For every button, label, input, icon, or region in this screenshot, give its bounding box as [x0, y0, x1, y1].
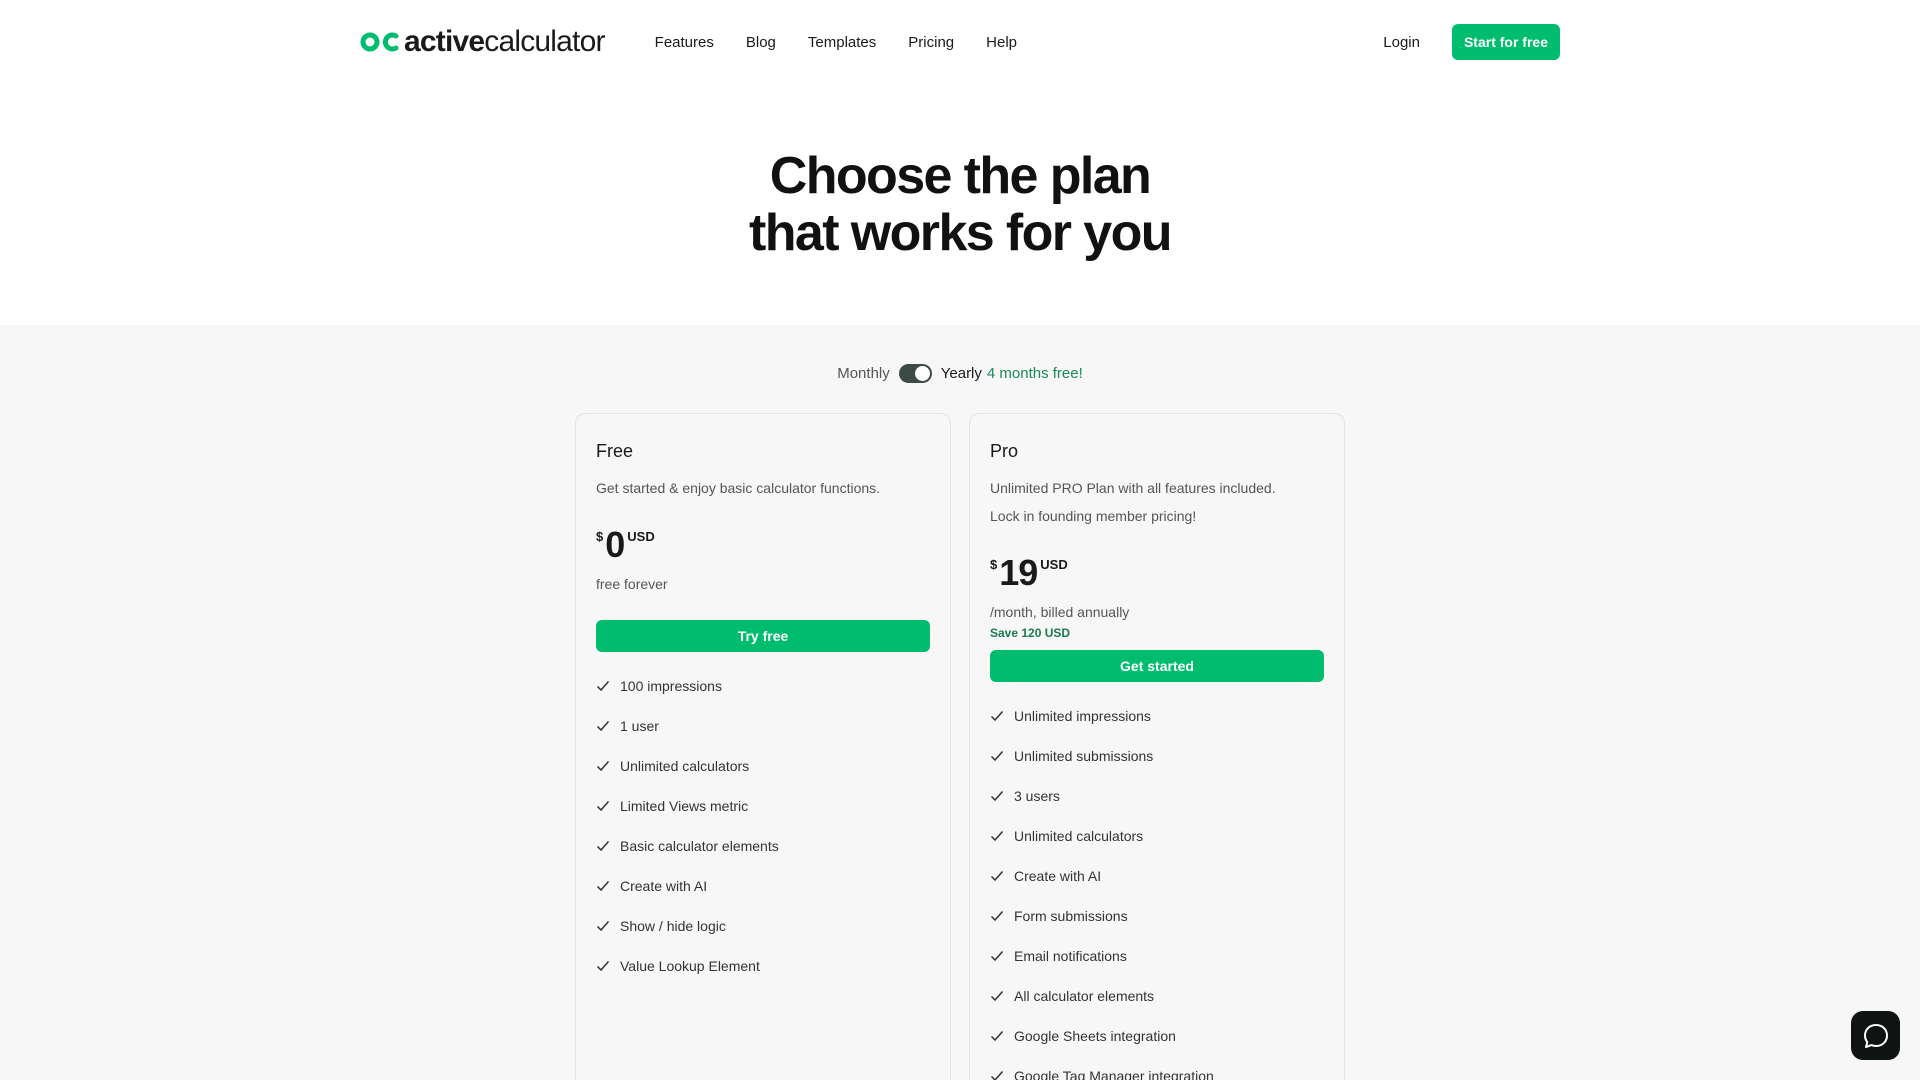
check-icon	[990, 791, 1004, 802]
feature-item: Show / hide logic	[596, 906, 930, 946]
nav-help[interactable]: Help	[986, 34, 1017, 51]
switch-knob	[914, 365, 930, 381]
plan-name: Pro	[990, 441, 1019, 461]
feature-item: 1 user	[596, 706, 930, 746]
yearly-promo: 4 months free!	[986, 364, 1083, 382]
yearly-label[interactable]: Yearly	[941, 365, 982, 382]
currency-symbol: $	[596, 529, 604, 544]
plan-description: Unlimited PRO Plan with all features inc…	[990, 480, 1276, 524]
savings-note: Save 120 USD	[990, 626, 1071, 640]
main-nav: Features Blog Templates Pricing Help	[655, 34, 1017, 51]
nav-pricing[interactable]: Pricing	[908, 34, 954, 51]
nav-templates[interactable]: Templates	[808, 34, 876, 51]
plan-card-free: Free Get started & enjoy basic calculato…	[575, 413, 951, 1080]
plan-name: Free	[596, 441, 634, 461]
nav-features[interactable]: Features	[655, 34, 714, 51]
feature-item: All calculator elements	[990, 976, 1324, 1016]
check-icon	[596, 841, 610, 852]
check-icon	[596, 721, 610, 732]
feature-item: Limited Views metric	[596, 786, 930, 826]
check-icon	[990, 831, 1004, 842]
plan-card-pro: Pro Unlimited PRO Plan with all features…	[969, 413, 1345, 1080]
hero: Choose the plan that works for you	[0, 148, 1920, 262]
check-icon	[990, 1031, 1004, 1042]
billing-toggle: Monthly Yearly 4 months free!	[0, 362, 1920, 384]
chat-icon	[1863, 1023, 1888, 1048]
price-amount: 0	[605, 524, 625, 565]
check-icon	[596, 921, 610, 932]
price-amount: 19	[999, 552, 1038, 593]
billing-switch[interactable]	[898, 363, 932, 383]
feature-item: Unlimited submissions	[990, 736, 1324, 776]
logo[interactable]: activecalculator	[360, 22, 605, 62]
feature-item: Basic calculator elements	[596, 826, 930, 866]
feature-item: Unlimited calculators	[596, 746, 930, 786]
feature-item: 100 impressions	[596, 666, 930, 706]
page-title: Choose the plan that works for you	[749, 147, 1173, 262]
check-icon	[990, 991, 1004, 1002]
feature-item: Value Lookup Element	[596, 946, 930, 986]
price-period: free forever	[596, 576, 668, 592]
check-icon	[990, 951, 1004, 962]
logo-icon	[360, 32, 399, 52]
nav-blog[interactable]: Blog	[746, 34, 776, 51]
check-icon	[596, 761, 610, 772]
check-icon	[596, 881, 610, 892]
plan-description: Get started & enjoy basic calculator fun…	[596, 480, 881, 496]
chat-widget-button[interactable]	[1851, 1011, 1900, 1060]
currency-code: USD	[1040, 557, 1068, 572]
login-link[interactable]: Login	[1383, 34, 1420, 51]
monthly-label[interactable]: Monthly	[837, 365, 890, 382]
plan-price: $ 19 USD	[990, 552, 1324, 594]
feature-list: Unlimited impressions Unlimited submissi…	[990, 696, 1324, 1080]
feature-item: Create with AI	[596, 866, 930, 906]
feature-item: Form submissions	[990, 896, 1324, 936]
check-icon	[990, 751, 1004, 762]
currency-code: USD	[627, 529, 655, 544]
feature-list: 100 impressions 1 user Unlimited calcula…	[596, 666, 930, 986]
feature-item: Create with AI	[990, 856, 1324, 896]
site-header: activecalculator Features Blog Templates…	[360, 22, 1560, 62]
try-free-button[interactable]: Try free	[596, 620, 930, 652]
header-actions: Login Start for free	[1383, 24, 1560, 60]
feature-item: Unlimited calculators	[990, 816, 1324, 856]
check-icon	[990, 871, 1004, 882]
feature-item: Unlimited impressions	[990, 696, 1324, 736]
plan-price: $ 0 USD	[596, 524, 930, 566]
check-icon	[596, 801, 610, 812]
feature-item: Email notifications	[990, 936, 1324, 976]
currency-symbol: $	[990, 557, 998, 572]
check-icon	[596, 681, 610, 692]
get-started-button[interactable]: Get started	[990, 650, 1324, 682]
start-for-free-button[interactable]: Start for free	[1451, 24, 1560, 60]
feature-item: Google Sheets integration	[990, 1016, 1324, 1056]
check-icon	[990, 711, 1004, 722]
logo-text: activecalculator	[404, 25, 605, 58]
feature-item: 3 users	[990, 776, 1324, 816]
check-icon	[596, 961, 610, 972]
feature-item: Google Tag Manager integration	[990, 1056, 1324, 1080]
price-period: /month, billed annually	[990, 604, 1130, 620]
check-icon	[990, 1071, 1004, 1080]
check-icon	[990, 911, 1004, 922]
